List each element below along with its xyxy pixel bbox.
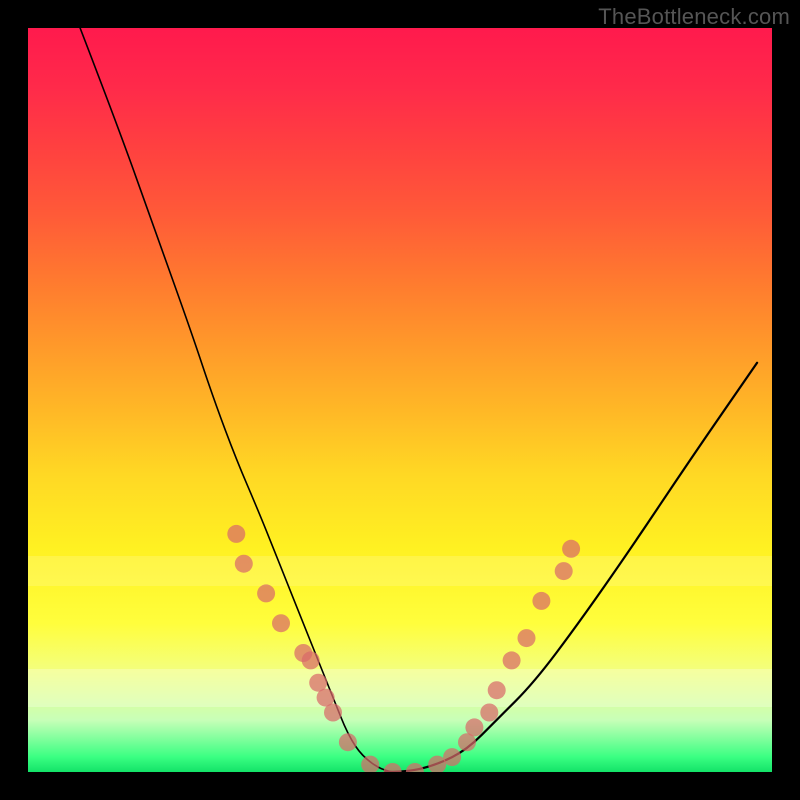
data-point xyxy=(532,592,550,610)
watermark-text: TheBottleneck.com xyxy=(598,4,790,30)
data-point xyxy=(406,763,424,772)
data-point xyxy=(503,651,521,669)
data-point xyxy=(465,718,483,736)
data-point xyxy=(488,681,506,699)
chart-root: TheBottleneck.com xyxy=(0,0,800,800)
data-point xyxy=(443,748,461,766)
data-point xyxy=(272,614,290,632)
data-point xyxy=(339,733,357,751)
data-point xyxy=(518,629,536,647)
bottleneck-curve-left xyxy=(80,28,407,772)
data-point xyxy=(257,584,275,602)
data-point xyxy=(324,704,342,722)
data-point xyxy=(227,525,245,543)
data-point xyxy=(562,540,580,558)
chart-svg xyxy=(28,28,772,772)
data-point xyxy=(384,763,402,772)
plot-area xyxy=(28,28,772,772)
data-point xyxy=(480,704,498,722)
data-point xyxy=(302,651,320,669)
data-points-group xyxy=(227,525,580,772)
data-point xyxy=(555,562,573,580)
data-point xyxy=(235,555,253,573)
data-point xyxy=(361,756,379,772)
